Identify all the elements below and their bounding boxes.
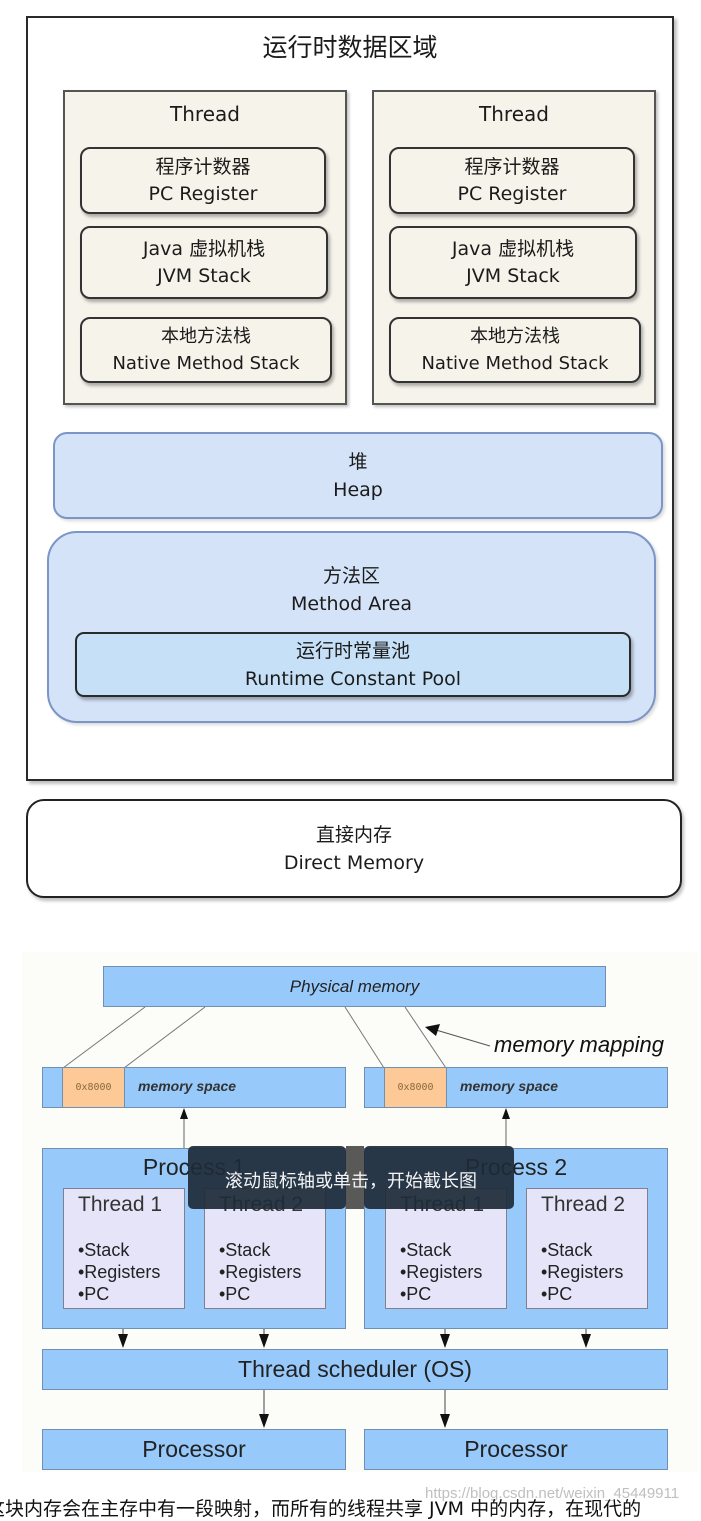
memory-address: 0x8000 [75,1082,112,1093]
article-paragraph: 这块内存会在主存中有一段映射，而所有的线程共享 JVM 中的内存，在现代的 [0,1498,642,1520]
thread-item-stack: •Stack [78,1240,130,1260]
down-arrowhead [118,1334,128,1348]
thread-scheduler-box: Thread scheduler (OS) [42,1349,668,1390]
thread-item-registers: •Registers [400,1262,483,1282]
thread-item-pc: •PC [400,1284,432,1304]
memory-space-label: memory space [460,1078,559,1094]
thread-item-stack: •Stack [400,1240,452,1260]
down-arrowhead [581,1334,591,1348]
thread-item-pc: •PC [219,1284,251,1304]
mapping-line [62,1006,146,1069]
down-arrowhead [259,1334,269,1348]
memory-space-label: memory space [138,1078,237,1094]
thread-item-registers: •Registers [219,1262,302,1282]
memory-address-block: 0x8000 [62,1068,125,1107]
processor-box: Processor [364,1429,668,1470]
thread-item-pc: •PC [78,1284,110,1304]
mapping-pointer-line [435,1029,491,1047]
thread-title: Thread 1 [78,1193,163,1216]
thread-item-stack: •Stack [219,1240,271,1260]
up-arrowhead [502,1108,510,1119]
down-arrowhead [440,1414,450,1428]
thread-box: Thread 1 •Stack •Registers •PC [63,1188,185,1309]
thread-title: Thread 2 [541,1193,626,1216]
mapping-line [404,1006,447,1069]
memory-address: 0x8000 [397,1082,434,1093]
thread-item-registers: •Registers [78,1262,161,1282]
processor-box: Processor [42,1429,346,1470]
physical-memory-box: Physical memory [103,966,606,1007]
memory-address-block: 0x8000 [384,1068,447,1107]
thread-item-stack: •Stack [541,1240,593,1260]
thread-item-pc: •PC [541,1284,573,1304]
down-arrowhead [440,1334,450,1348]
mapping-line [123,1006,206,1069]
mapping-line [344,1006,385,1069]
down-arrowhead [259,1414,269,1428]
thread-item-registers: •Registers [541,1262,624,1282]
long-screenshot-tooltip-text[interactable]: 滚动鼠标轴或单击，开始截长图 [188,1160,514,1200]
thread-box: Thread 2 •Stack •Registers •PC [526,1188,648,1309]
up-arrowhead [180,1108,188,1119]
memory-mapping-label: memory mapping [494,1032,664,1057]
mapping-pointer-arrowhead [425,1024,440,1036]
